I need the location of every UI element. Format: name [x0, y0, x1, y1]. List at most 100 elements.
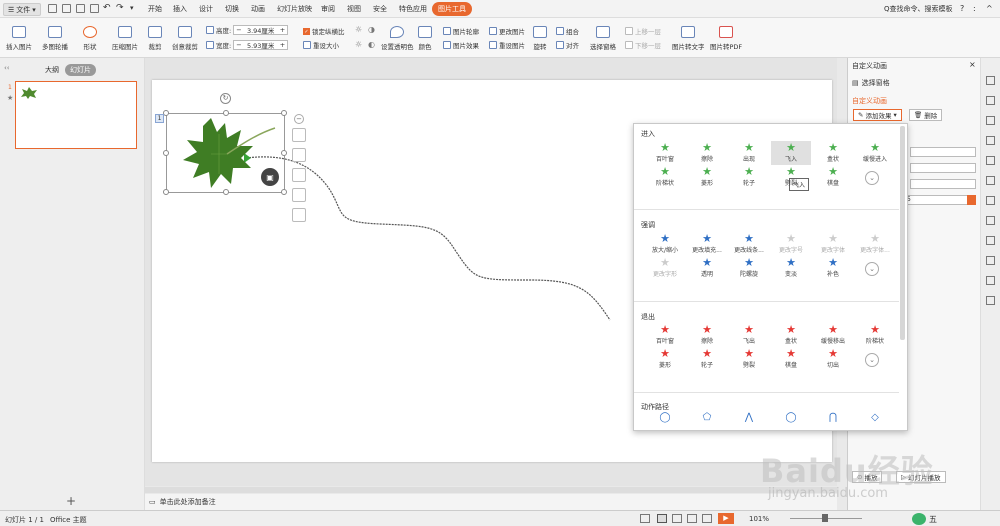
command-search[interactable]: Q查找命令、搜索模板: [884, 4, 953, 14]
emphasis-effect-7[interactable]: ★ 透明: [687, 256, 727, 280]
emphasis-effect-8[interactable]: ★ 陀螺旋: [729, 256, 769, 280]
resize-handle-top-right[interactable]: [281, 110, 287, 116]
shape-button[interactable]: 形状: [83, 26, 97, 51]
selected-picture[interactable]: ▣: [163, 110, 287, 195]
tab-animation[interactable]: 动画: [251, 4, 265, 14]
motion-path-effect-0[interactable]: ◯: [645, 412, 685, 430]
side-tool-2-icon[interactable]: [986, 96, 995, 105]
change-picture-button[interactable]: 更改图片: [489, 26, 525, 36]
side-tool-3-icon[interactable]: [986, 116, 995, 125]
sorter-view-icon[interactable]: [672, 514, 682, 523]
print-preview-icon[interactable]: [90, 4, 99, 13]
crop-button[interactable]: 裁剪: [148, 26, 162, 51]
emphasis-effect-4[interactable]: ★ 更改字体: [813, 232, 853, 256]
collapse-ribbon-icon[interactable]: ^: [986, 4, 993, 13]
emphasis-effect-6[interactable]: ★ 更改字形: [645, 256, 685, 280]
zoom-level[interactable]: 101%: [749, 515, 769, 523]
entrance-effect-5[interactable]: ★ 缓慢进入: [855, 141, 895, 165]
slide-thumbnail[interactable]: [15, 81, 137, 149]
multi-picture-carousel-button[interactable]: 多图轮播: [42, 26, 68, 51]
emphasis-effect-0[interactable]: ★ 放大/缩小: [645, 232, 685, 256]
send-backward-button[interactable]: 下移一层: [625, 40, 661, 50]
motion-path-effect-5[interactable]: ◇: [855, 412, 895, 430]
exit-effect-8[interactable]: ★ 劈裂: [729, 347, 769, 371]
direction-select[interactable]: [910, 179, 976, 189]
tab-view[interactable]: 视图: [347, 4, 361, 14]
height-input[interactable]: − 3.94厘米 +: [233, 25, 289, 35]
add-effect-button[interactable]: ✎ 添加效果 ▾: [853, 109, 902, 121]
horizontal-scrollbar[interactable]: [145, 487, 837, 493]
resize-handle-left[interactable]: [163, 150, 169, 156]
help-icon[interactable]: ?: [960, 4, 964, 13]
bring-forward-button[interactable]: 上移一层: [625, 26, 661, 36]
resize-handle-bottom[interactable]: [223, 189, 229, 195]
float-zoom-icon[interactable]: [292, 168, 306, 182]
tab-home[interactable]: 开始: [148, 4, 162, 14]
side-tool-6-icon[interactable]: [986, 176, 995, 185]
output-pdf-icon[interactable]: [62, 4, 71, 13]
contrast-icon[interactable]: ◑: [368, 25, 375, 34]
creative-crop-button[interactable]: 创意裁剪: [172, 26, 198, 51]
exit-effect-9[interactable]: ★ 棋盘: [771, 347, 811, 371]
brightness-down-icon[interactable]: ☼: [355, 40, 362, 49]
play-slideshow-icon[interactable]: ▶: [718, 513, 734, 524]
notes-view-icon[interactable]: [702, 514, 712, 523]
tab-slideshow[interactable]: 幻灯片放映: [277, 4, 312, 14]
customize-quickbar-icon[interactable]: ▾: [130, 4, 134, 12]
tab-design[interactable]: 设计: [199, 4, 213, 14]
emphasis-effect-2[interactable]: ★ 更改线条...: [729, 232, 769, 256]
dropdown-scrollbar[interactable]: [900, 126, 905, 340]
entrance-effect-2[interactable]: ★ 出现: [729, 141, 769, 165]
entrance-more-icon[interactable]: ⌄: [865, 171, 879, 185]
picture-to-pdf-button[interactable]: 图片转PDF: [710, 26, 742, 51]
exit-effect-3[interactable]: ★ 盒状: [771, 323, 811, 347]
lock-aspect-ratio-checkbox[interactable]: ✓ 锁定纵横比: [303, 26, 345, 36]
tab-transitions[interactable]: 切换: [225, 4, 239, 14]
speed-dropdown-icon[interactable]: [967, 195, 976, 205]
entrance-effect-3[interactable]: ★ 飞入: [771, 141, 811, 165]
side-tool-10-icon[interactable]: [986, 256, 995, 265]
tab-review[interactable]: 审阅: [321, 4, 335, 14]
side-tool-4-icon[interactable]: [986, 136, 995, 145]
file-menu-button[interactable]: ☰ 文件 ▾: [3, 3, 41, 16]
motion-path-effect-1[interactable]: ⬠: [687, 412, 727, 430]
more-options-icon[interactable]: :: [973, 4, 976, 13]
rotate-button[interactable]: 旋转: [533, 26, 547, 51]
tab-slides[interactable]: 幻灯片: [65, 64, 96, 76]
tab-picture-tools[interactable]: 图片工具: [432, 2, 472, 16]
exit-effect-1[interactable]: ★ 擦除: [687, 323, 727, 347]
collapse-panel-icon[interactable]: ‹‹: [4, 64, 10, 72]
contrast-down-icon[interactable]: ◐: [368, 40, 375, 49]
motion-path-effect-4[interactable]: ⋂: [813, 412, 853, 430]
reading-view-icon[interactable]: [687, 514, 697, 523]
undo-icon[interactable]: ↶: [103, 3, 111, 13]
add-slide-icon[interactable]: +: [66, 494, 76, 508]
print-icon[interactable]: [76, 4, 85, 13]
decrease-height-icon[interactable]: −: [236, 26, 241, 34]
resize-handle-bottom-right[interactable]: [281, 189, 287, 195]
resize-handle-bottom-left[interactable]: [163, 189, 169, 195]
rotate-handle-icon[interactable]: ↻: [220, 93, 231, 104]
exit-effect-2[interactable]: ★ 飞出: [729, 323, 769, 347]
reset-picture-button[interactable]: 重设图片: [489, 40, 525, 50]
tab-outline[interactable]: 大纲: [45, 65, 59, 75]
tab-insert[interactable]: 插入: [173, 4, 187, 14]
entrance-effect-8[interactable]: ★ 轮子: [729, 165, 769, 189]
entrance-effect-0[interactable]: ★ 百叶窗: [645, 141, 685, 165]
motion-path-effect-2[interactable]: ⋀: [729, 412, 769, 430]
picture-to-text-button[interactable]: 图片转文字: [672, 26, 705, 51]
side-tool-7-icon[interactable]: [986, 196, 995, 205]
exit-effect-6[interactable]: ★ 菱形: [645, 347, 685, 371]
side-tool-12-icon[interactable]: [986, 296, 995, 305]
delete-button[interactable]: 🗑 删除: [909, 109, 943, 121]
side-tool-8-icon[interactable]: [986, 216, 995, 225]
brightness-icon[interactable]: ☼: [355, 25, 362, 34]
entrance-effect-4[interactable]: ★ 盒状: [813, 141, 853, 165]
close-icon[interactable]: ×: [969, 60, 976, 69]
insert-picture-button[interactable]: 插入图片: [6, 26, 32, 51]
side-tool-5-icon[interactable]: [986, 156, 995, 165]
align-button[interactable]: 对齐: [556, 40, 579, 50]
tab-security[interactable]: 安全: [373, 4, 387, 14]
redo-icon[interactable]: ↷: [116, 3, 124, 13]
exit-effect-5[interactable]: ★ 阶梯状: [855, 323, 895, 347]
